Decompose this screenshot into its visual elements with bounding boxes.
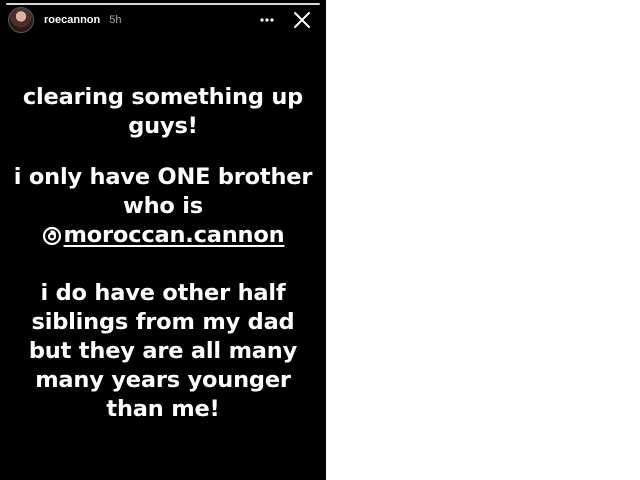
mention-link[interactable]: moroccan.cannon [42, 221, 285, 250]
story-text-paragraph-2: i only have ONE brother who is moroccan.… [0, 163, 326, 254]
mention-username: moroccan.cannon [63, 222, 285, 248]
story-viewer[interactable]: roecannon 5h clearing something up guys!… [0, 0, 326, 480]
close-icon[interactable] [290, 8, 314, 32]
story-text-line: guys! [128, 113, 198, 139]
threads-icon [42, 226, 61, 245]
story-progress-fill [6, 3, 320, 5]
story-text-line: but they are all many [28, 338, 298, 364]
story-header: roecannon 5h [8, 6, 320, 34]
story-text-line: who is [123, 193, 203, 219]
story-text-line: i do have other half [40, 280, 286, 306]
story-text-line: many years younger [35, 367, 291, 393]
story-text-line: than me! [106, 396, 220, 422]
story-progress-bar [6, 3, 320, 5]
story-text-line: clearing something up [22, 84, 304, 110]
story-text-line: siblings from my dad [31, 309, 295, 335]
avatar[interactable] [8, 7, 34, 33]
post-time: 5h [109, 14, 122, 26]
username[interactable]: roecannon [44, 14, 100, 26]
story-text-paragraph-1: clearing something up guys! [0, 83, 326, 141]
story-text-line: i only have ONE brother [13, 164, 313, 190]
mention-line: moroccan.cannon [0, 221, 326, 254]
more-horizontal-icon[interactable] [256, 9, 278, 31]
story-text-paragraph-3: i do have other half siblings from my da… [0, 279, 326, 424]
